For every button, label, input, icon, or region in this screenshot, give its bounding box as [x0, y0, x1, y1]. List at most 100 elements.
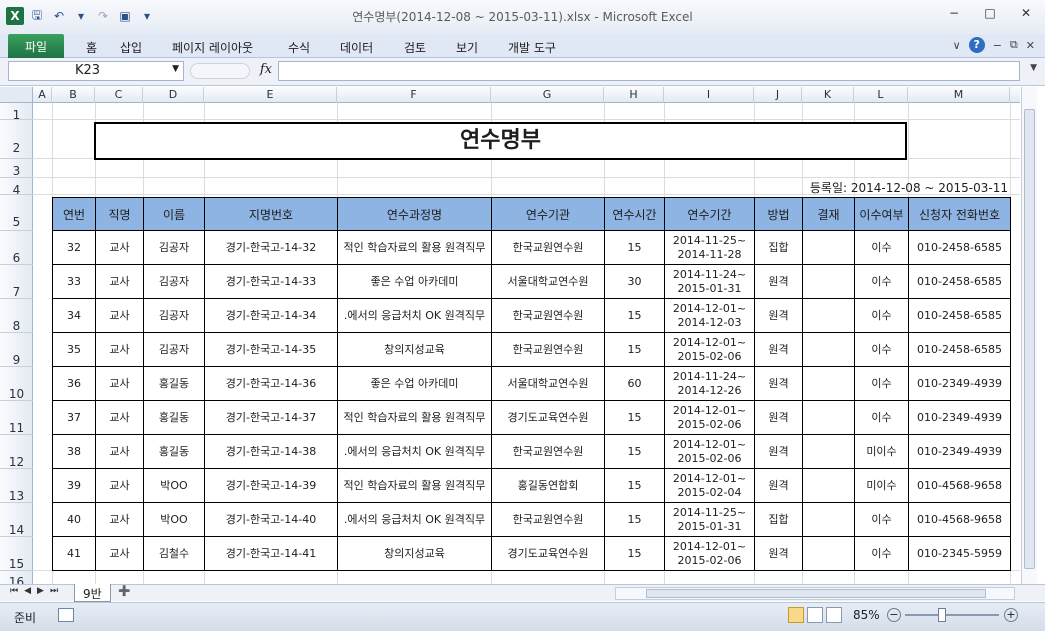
- header-cell[interactable]: 이름: [143, 197, 205, 231]
- table-cell[interactable]: 경기-한국고-14-32: [204, 230, 338, 265]
- tab-file[interactable]: 파일: [8, 34, 64, 58]
- table-cell[interactable]: 15: [604, 230, 665, 265]
- header-cell[interactable]: 지명번호: [204, 197, 338, 231]
- table-cell[interactable]: .에서의 응급처치 OK 원격직무: [337, 298, 492, 333]
- table-cell[interactable]: 홍길동: [143, 434, 205, 469]
- table-cell[interactable]: 이수: [854, 332, 909, 367]
- table-cell[interactable]: 이수: [854, 230, 909, 265]
- row-header[interactable]: 11: [0, 401, 33, 435]
- table-cell[interactable]: 15: [604, 434, 665, 469]
- header-cell[interactable]: 연수기관: [491, 197, 605, 231]
- table-cell[interactable]: [802, 298, 855, 333]
- table-cell[interactable]: 2014-12-01~ 2015-02-06: [664, 332, 755, 367]
- table-cell[interactable]: 김공자: [143, 230, 205, 265]
- select-all-corner[interactable]: [0, 87, 33, 103]
- minimize-icon[interactable]: −: [943, 6, 965, 20]
- sheet-tab[interactable]: 9반: [74, 584, 111, 602]
- name-box[interactable]: K23 ▼: [8, 61, 184, 81]
- table-cell[interactable]: 집합: [754, 230, 803, 265]
- table-cell[interactable]: [802, 366, 855, 401]
- row-header[interactable]: 4: [0, 178, 33, 197]
- col-header-k[interactable]: K: [802, 87, 854, 103]
- table-cell[interactable]: 교사: [95, 400, 144, 435]
- normal-view-icon[interactable]: [788, 607, 804, 623]
- row-header[interactable]: 7: [0, 265, 33, 299]
- table-cell[interactable]: 30: [604, 264, 665, 299]
- table-cell[interactable]: 경기-한국고-14-38: [204, 434, 338, 469]
- table-cell[interactable]: 한국교원연수원: [491, 434, 605, 469]
- table-cell[interactable]: 2014-11-24~ 2014-12-26: [664, 366, 755, 401]
- table-cell[interactable]: 010-2458-6585: [908, 264, 1011, 299]
- table-cell[interactable]: 좋은 수업 아카데미: [337, 264, 492, 299]
- row-header[interactable]: 9: [0, 333, 33, 367]
- table-cell[interactable]: 미이수: [854, 434, 909, 469]
- table-cell[interactable]: 서울대학교연수원: [491, 264, 605, 299]
- table-cell[interactable]: .에서의 응급처치 OK 원격직무: [337, 502, 492, 537]
- table-cell[interactable]: 15: [604, 536, 665, 571]
- table-cell[interactable]: 교사: [95, 502, 144, 537]
- table-cell[interactable]: [802, 332, 855, 367]
- table-cell[interactable]: 원격: [754, 536, 803, 571]
- table-cell[interactable]: 원격: [754, 332, 803, 367]
- worksheet-grid[interactable]: A B C D E F G H I J K L M 1 2 3 4 5 6 7 …: [0, 87, 1020, 584]
- table-cell[interactable]: 원격: [754, 366, 803, 401]
- table-cell[interactable]: 34: [52, 298, 96, 333]
- table-cell[interactable]: 39: [52, 468, 96, 503]
- header-cell[interactable]: 신청자 전화번호: [908, 197, 1011, 231]
- zoom-in-icon[interactable]: +: [1004, 608, 1018, 622]
- expand-formula-bar-icon[interactable]: ▼: [1030, 63, 1037, 73]
- zoom-level[interactable]: 85%: [853, 608, 880, 622]
- col-header-a[interactable]: A: [33, 87, 52, 103]
- table-cell[interactable]: 010-2345-5959: [908, 536, 1011, 571]
- tab-data[interactable]: 데이터: [332, 37, 381, 57]
- header-cell[interactable]: 연수기간: [664, 197, 755, 231]
- table-cell[interactable]: 교사: [95, 434, 144, 469]
- table-cell[interactable]: 경기-한국고-14-39: [204, 468, 338, 503]
- name-box-dropdown-icon[interactable]: ▼: [172, 64, 179, 74]
- table-cell[interactable]: 홍길동: [143, 366, 205, 401]
- table-cell[interactable]: 15: [604, 502, 665, 537]
- table-cell[interactable]: 서울대학교연수원: [491, 366, 605, 401]
- table-cell[interactable]: .에서의 응급처치 OK 원격직무: [337, 434, 492, 469]
- table-cell[interactable]: 원격: [754, 434, 803, 469]
- workbook-minimize-icon[interactable]: −: [993, 39, 1002, 52]
- table-cell[interactable]: [802, 468, 855, 503]
- table-cell[interactable]: 집합: [754, 502, 803, 537]
- col-header-m[interactable]: M: [908, 87, 1010, 103]
- formula-input[interactable]: [278, 61, 1020, 81]
- header-cell[interactable]: 연수시간: [604, 197, 665, 231]
- tab-insert[interactable]: 삽입: [112, 37, 150, 57]
- table-cell[interactable]: 적인 학습자료의 활용 원격직무: [337, 400, 492, 435]
- table-cell[interactable]: 교사: [95, 468, 144, 503]
- table-cell[interactable]: 경기-한국고-14-40: [204, 502, 338, 537]
- tab-view[interactable]: 보기: [448, 37, 486, 57]
- insert-function-button[interactable]: fx: [260, 62, 272, 77]
- table-cell[interactable]: 원격: [754, 264, 803, 299]
- header-cell[interactable]: 결재: [802, 197, 855, 231]
- table-cell[interactable]: 교사: [95, 332, 144, 367]
- table-cell[interactable]: 35: [52, 332, 96, 367]
- table-cell[interactable]: 경기-한국고-14-41: [204, 536, 338, 571]
- vertical-scrollbar[interactable]: [1021, 87, 1037, 584]
- header-cell[interactable]: 이수여부: [854, 197, 909, 231]
- table-cell[interactable]: 37: [52, 400, 96, 435]
- table-cell[interactable]: 36: [52, 366, 96, 401]
- table-cell[interactable]: 좋은 수업 아카데미: [337, 366, 492, 401]
- table-cell[interactable]: 이수: [854, 298, 909, 333]
- col-header-e[interactable]: E: [204, 87, 337, 103]
- table-cell[interactable]: 교사: [95, 264, 144, 299]
- col-header-b[interactable]: B: [52, 87, 95, 103]
- table-cell[interactable]: 교사: [95, 536, 144, 571]
- table-cell[interactable]: [802, 230, 855, 265]
- tab-home[interactable]: 홈: [78, 37, 105, 57]
- header-cell[interactable]: 직명: [95, 197, 144, 231]
- table-cell[interactable]: 15: [604, 400, 665, 435]
- table-cell[interactable]: 2014-12-01~ 2015-02-06: [664, 400, 755, 435]
- table-cell[interactable]: 2014-11-25~ 2014-11-28: [664, 230, 755, 265]
- table-cell[interactable]: 홍길동연합회: [491, 468, 605, 503]
- table-cell[interactable]: 2014-11-25~ 2015-01-31: [664, 502, 755, 537]
- row-header[interactable]: 12: [0, 435, 33, 469]
- col-header-h[interactable]: H: [604, 87, 664, 103]
- help-icon[interactable]: ?: [968, 37, 985, 53]
- header-cell[interactable]: 방법: [754, 197, 803, 231]
